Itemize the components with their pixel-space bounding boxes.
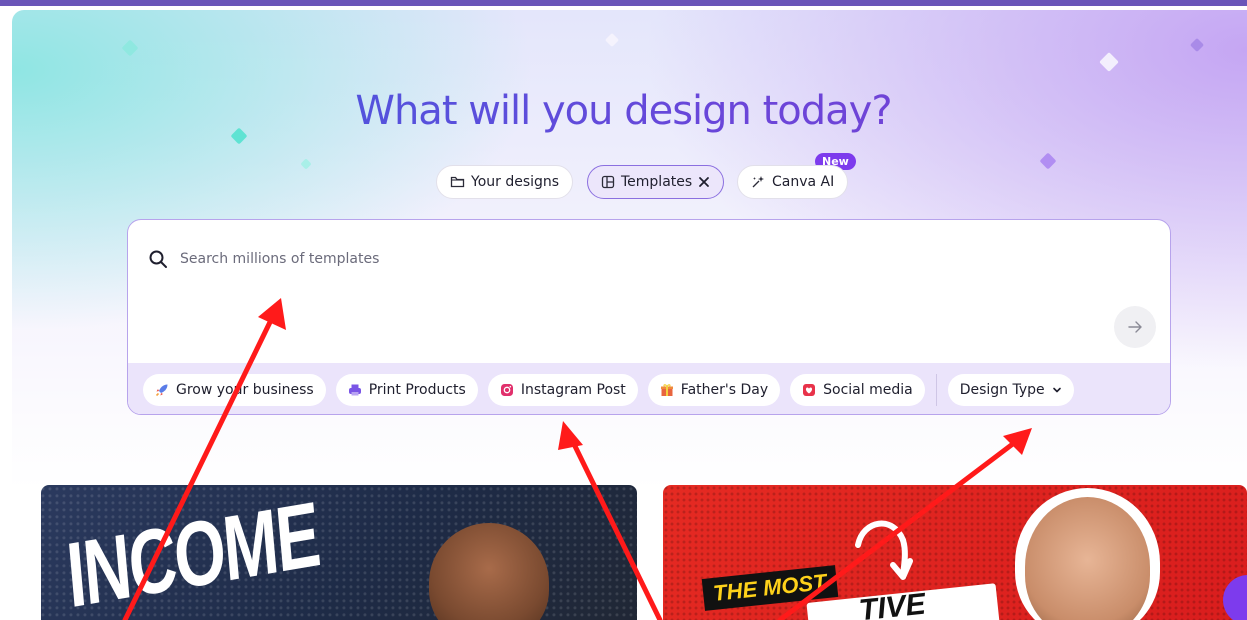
sparkle-wand-icon xyxy=(752,176,764,188)
page: What will you design today? New Your des… xyxy=(0,0,1247,620)
close-icon[interactable] xyxy=(698,176,710,188)
tab-canva-ai-label: Canva AI xyxy=(772,174,835,190)
folder-icon xyxy=(450,176,465,188)
chip-label: Social media xyxy=(823,381,913,398)
search-icon xyxy=(149,250,167,268)
chip-divider xyxy=(935,373,937,406)
instagram-icon xyxy=(500,383,514,397)
chip-fathers-day[interactable]: Father's Day xyxy=(647,373,781,406)
person-photo xyxy=(429,523,549,620)
template-card-income[interactable]: INCOME xyxy=(41,485,637,620)
chip-grow-your-business[interactable]: Grow your business xyxy=(143,373,326,406)
printer-icon xyxy=(348,383,362,397)
chip-print-products[interactable]: Print Products xyxy=(335,373,478,406)
search-panel: Grow your business Print Products Instag… xyxy=(127,219,1171,415)
tab-your-designs[interactable]: Your designs xyxy=(436,165,574,199)
tab-canva-ai[interactable]: Canva AI xyxy=(737,165,849,199)
templates-icon xyxy=(601,175,615,189)
design-type-dropdown[interactable]: Design Type xyxy=(947,373,1074,406)
decorative-sparkle-icon xyxy=(121,39,139,57)
chip-label: Grow your business xyxy=(176,381,314,398)
rocket-icon xyxy=(155,383,169,397)
search-row xyxy=(148,249,780,269)
page-title: What will you design today? xyxy=(0,88,1247,134)
decorative-sparkle-icon xyxy=(604,32,620,48)
chip-instagram-post[interactable]: Instagram Post xyxy=(487,373,638,406)
curved-arrow-icon xyxy=(855,520,913,580)
chip-label: Father's Day xyxy=(680,381,769,398)
quick-chips-bar: Grow your business Print Products Instag… xyxy=(128,363,1170,414)
search-input[interactable] xyxy=(180,251,780,267)
template-card-red[interactable]: THE MOST TIVE xyxy=(663,485,1247,620)
template-card-text: INCOME xyxy=(63,485,323,620)
arrow-right-icon xyxy=(1128,321,1142,333)
template-card-text: TIVE xyxy=(857,587,928,620)
design-type-label: Design Type xyxy=(959,381,1045,398)
submit-search-button[interactable] xyxy=(1114,306,1156,348)
top-border xyxy=(0,0,1247,6)
decorative-sparkle-icon xyxy=(1189,37,1205,53)
chevron-down-icon xyxy=(1052,387,1061,392)
gift-icon xyxy=(660,383,674,397)
search-mode-tabs: Your designs Templates Canva AI xyxy=(0,165,1247,201)
decorative-sparkle-icon xyxy=(1099,52,1119,72)
tab-your-designs-label: Your designs xyxy=(471,174,560,190)
tab-templates[interactable]: Templates xyxy=(587,165,725,199)
chip-label: Instagram Post xyxy=(520,381,626,398)
chip-label: Print Products xyxy=(368,381,466,398)
heart-icon xyxy=(802,383,816,397)
tab-templates-label: Templates xyxy=(621,174,693,190)
chip-social-media[interactable]: Social media xyxy=(790,373,925,406)
